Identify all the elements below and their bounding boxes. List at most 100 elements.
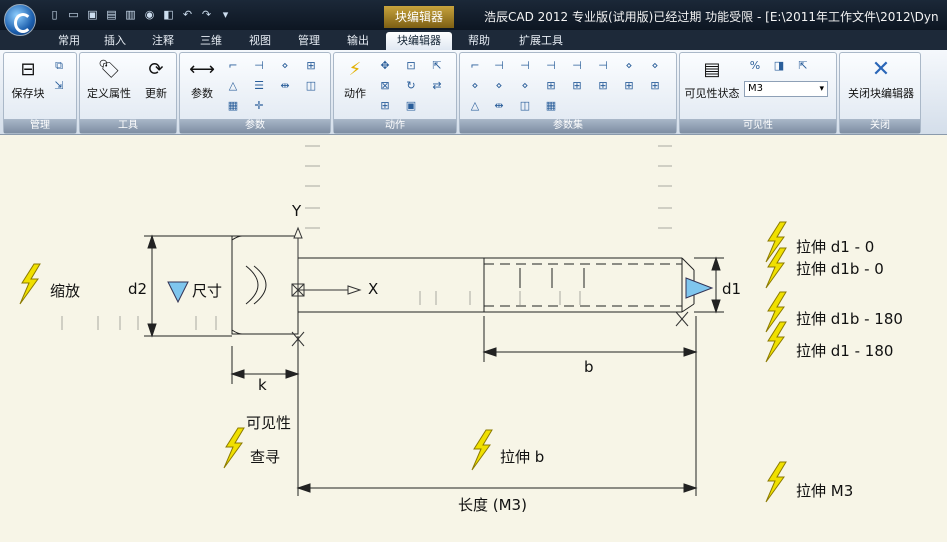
publish-icon[interactable]: ◧ [162,8,175,21]
xy-param-icon[interactable]: ⊞ [304,59,318,73]
scale-action-icon[interactable]: ⊡ [404,59,418,73]
tab-3d[interactable]: 三维 [194,32,228,50]
linear-move-set-icon[interactable]: ⊣ [492,59,506,73]
drawing-canvas[interactable]: Y X d2 尺寸 缩放 k b 长度 (M3) d1 可见性 查寻 拉伸 b … [0,136,947,542]
tab-block-editor[interactable]: 块编辑器 [386,32,452,50]
visibility-set-icon[interactable]: ◫ [518,99,532,113]
close-block-editor-button[interactable]: ✕ 关闭块编辑器 [842,55,920,101]
open-file-icon[interactable]: ▭ [67,8,80,21]
dim-d2-label: d2 [128,280,148,298]
polar-param-icon[interactable]: ⋄ [278,59,292,73]
define-attribute-button[interactable]: 🏷 定义属性 [82,55,136,101]
xy-move-box-icon[interactable]: ⊞ [596,79,610,93]
linear-stretch-set-icon[interactable]: ⊣ [518,59,532,73]
dim-size-label: 尺寸 [192,282,223,300]
save-as-icon[interactable]: ▤ [105,8,118,21]
y-axis-label: Y [292,202,302,220]
ucs-icon [291,226,689,347]
flip-action-icon[interactable]: ⇄ [430,79,444,93]
save-block-icon: ⊟ [20,59,36,80]
visibility-param-icon[interactable]: ◫ [304,79,318,93]
array-action-icon[interactable]: ⊞ [378,99,392,113]
new-file-icon[interactable]: ▯ [48,8,61,21]
visibility-state-button[interactable]: ▤ 可见性状态 [682,55,742,101]
xy-stretch-box-icon[interactable]: ⊞ [648,79,662,93]
stretch-b-label: 拉伸 b [500,448,545,466]
tab-output[interactable]: 输出 [341,32,375,50]
stretch-m3-label: 拉伸 M3 [796,482,854,500]
lookup-param-icon[interactable]: ▦ [226,99,240,113]
visibility-state-select[interactable]: M3 [744,81,828,97]
action-button[interactable]: ⚡ 动作 [338,55,372,101]
parameter-label: 参数 [191,87,213,100]
xy-move-pair-icon[interactable]: ⊞ [570,79,584,93]
tab-insert[interactable]: 插入 [98,32,132,50]
update-icon: ⟳ [148,59,164,80]
update-button[interactable]: ⟳ 更新 [138,55,174,101]
rotation-param-icon[interactable]: △ [226,79,240,93]
redo-icon[interactable]: ↷ [200,8,213,21]
tab-annotate[interactable]: 注释 [146,32,180,50]
tab-extensions[interactable]: 扩展工具 [512,32,570,50]
xy-move-set-icon[interactable]: ⊞ [544,79,558,93]
make-invisible-icon[interactable]: ◨ [772,59,786,73]
tab-manage[interactable]: 管理 [292,32,326,50]
ribbon-tabs: 常用 插入 注释 三维 视图 管理 输出 块编辑器 帮助 扩展工具 [0,30,947,50]
tab-view[interactable]: 视图 [243,32,277,50]
rotation-set-icon[interactable]: △ [468,99,482,113]
polar-move-pair-icon[interactable]: ⋄ [492,79,506,93]
stretch-grip [685,277,714,299]
panel-parameters: ⟷ 参数 ⌐ ⊣ ⋄ ⊞ △ ☰ ⇹ ◫ ▦ ✛ 参数 [179,52,331,134]
lookup-set-icon[interactable]: ▦ [544,99,558,113]
save-block-button[interactable]: ⊟ 保存块 [8,55,48,101]
flip-set-icon[interactable]: ⇹ [492,99,506,113]
save-as-block-icon[interactable]: ⧉ [52,59,66,73]
title-bar: ▯ ▭ ▣ ▤ ▥ ◉ ◧ ↶ ↷ ▾ 块编辑器 浩辰CAD 2012 专业版(… [0,0,947,30]
move-action-icon[interactable]: ✥ [378,59,392,73]
dim-length-label: 长度 (M3) [458,496,527,514]
make-visible-icon[interactable]: % [748,59,762,73]
customize-qat-icon[interactable]: ▾ [219,8,232,21]
tab-help[interactable]: 帮助 [462,32,496,50]
bolt-outline [231,235,695,335]
plot-preview-icon[interactable]: ◉ [143,8,156,21]
quick-access-toolbar: ▯ ▭ ▣ ▤ ▥ ◉ ◧ ↶ ↷ ▾ [48,8,232,21]
undo-icon[interactable]: ↶ [181,8,194,21]
stretch-action-icon[interactable]: ⇱ [430,59,444,73]
context-tab-title: 块编辑器 [384,6,454,28]
visibility-mode-icon[interactable]: ⇱ [796,59,810,73]
polar-stretch-icon[interactable]: ⊠ [378,79,392,93]
grid-ticks [61,145,672,330]
parameter-button[interactable]: ⟷ 参数 [184,55,220,101]
tab-home[interactable]: 常用 [52,32,86,50]
dim-d1-label: d1 [722,280,742,298]
panel-label-manage: 管理 [4,119,76,133]
polar-stretch-set-icon[interactable]: ⋄ [648,59,662,73]
rotate-action-icon[interactable]: ↻ [404,79,418,93]
linear-param-icon[interactable]: ⊣ [252,59,266,73]
panel-label-actions: 动作 [334,119,456,133]
flip-param-icon[interactable]: ⇹ [278,79,292,93]
linear-stretch-pair-icon[interactable]: ⊣ [596,59,610,73]
test-block-icon[interactable]: ⇲ [52,79,66,93]
stretch-d1-0-label: 拉伸 d1 - 0 [796,238,875,256]
point-move-set-icon[interactable]: ⌐ [468,59,482,73]
linear-array-set-icon[interactable]: ⊣ [544,59,558,73]
visibility-state-label: 可见性状态 [684,87,740,100]
application-menu-button[interactable] [4,4,36,36]
point-param-icon[interactable]: ⌐ [226,59,240,73]
lightning-icon [765,461,787,503]
xy-array-box-icon[interactable]: ⊞ [622,79,636,93]
polar-array-set-icon[interactable]: ⋄ [468,79,482,93]
attribute-tag-icon: 🏷 [97,59,121,80]
lightning-icon [223,427,245,469]
lookup-action-icon[interactable]: ▣ [404,99,418,113]
print-icon[interactable]: ▥ [124,8,137,21]
base-point-icon[interactable]: ✛ [252,99,266,113]
lookup-grip [167,281,189,304]
save-icon[interactable]: ▣ [86,8,99,21]
list-param-icon[interactable]: ☰ [252,79,266,93]
linear-move-pair-icon[interactable]: ⊣ [570,59,584,73]
polar-move-set-icon[interactable]: ⋄ [622,59,636,73]
polar-stretch-pair-icon[interactable]: ⋄ [518,79,532,93]
